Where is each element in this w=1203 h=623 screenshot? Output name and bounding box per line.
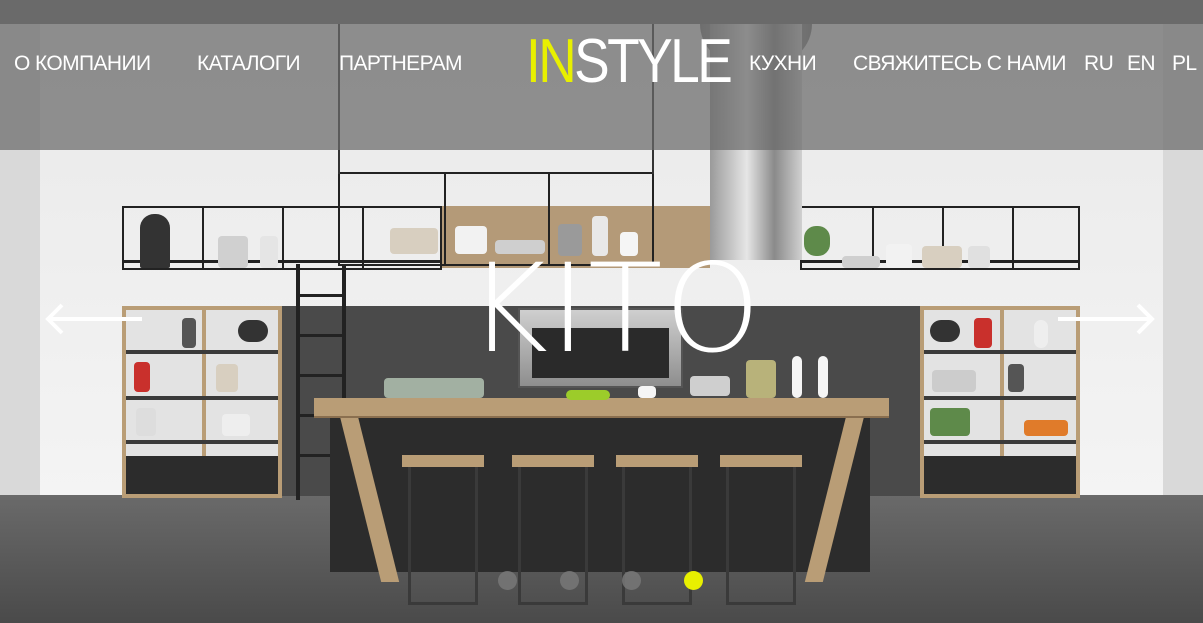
slider-prev-button[interactable] [44, 302, 144, 336]
lang-pl[interactable]: PL [1172, 52, 1197, 76]
site-header: О КОМПАНИИ КАТАЛОГИ ПАРТНЕРАМ INSTYLE КУ… [0, 0, 1203, 150]
nav-about-company[interactable]: О КОМПАНИИ [14, 52, 151, 76]
arrow-left-icon [45, 303, 142, 335]
slider-next-button[interactable] [1058, 302, 1158, 336]
lang-en[interactable]: EN [1127, 52, 1156, 76]
bar-stool [512, 455, 594, 605]
nav-partners[interactable]: ПАРТНЕРАМ [339, 52, 462, 76]
slider-dot[interactable] [498, 571, 517, 590]
slider-dot[interactable] [622, 571, 641, 590]
nav-contact-us[interactable]: СВЯЖИТЕСЬ С НАМИ [853, 52, 1067, 76]
nav-catalogs[interactable]: КАТАЛОГИ [197, 52, 301, 76]
logo[interactable]: INSTYLE [526, 27, 733, 96]
countertop [314, 398, 889, 418]
arrow-right-icon [1058, 303, 1155, 335]
bookcase-left [122, 306, 282, 498]
bookcase-right [920, 306, 1080, 498]
slider-dot[interactable] [560, 571, 579, 590]
slider-dot[interactable] [684, 571, 703, 590]
slide-title: KITO [468, 238, 763, 380]
nav-kitchens[interactable]: КУХНИ [749, 52, 817, 76]
lang-ru[interactable]: RU [1084, 52, 1114, 76]
bar-stool [402, 455, 484, 605]
logo-style: STYLE [574, 27, 733, 96]
bar-stool [720, 455, 802, 605]
logo-in: IN [526, 27, 577, 96]
